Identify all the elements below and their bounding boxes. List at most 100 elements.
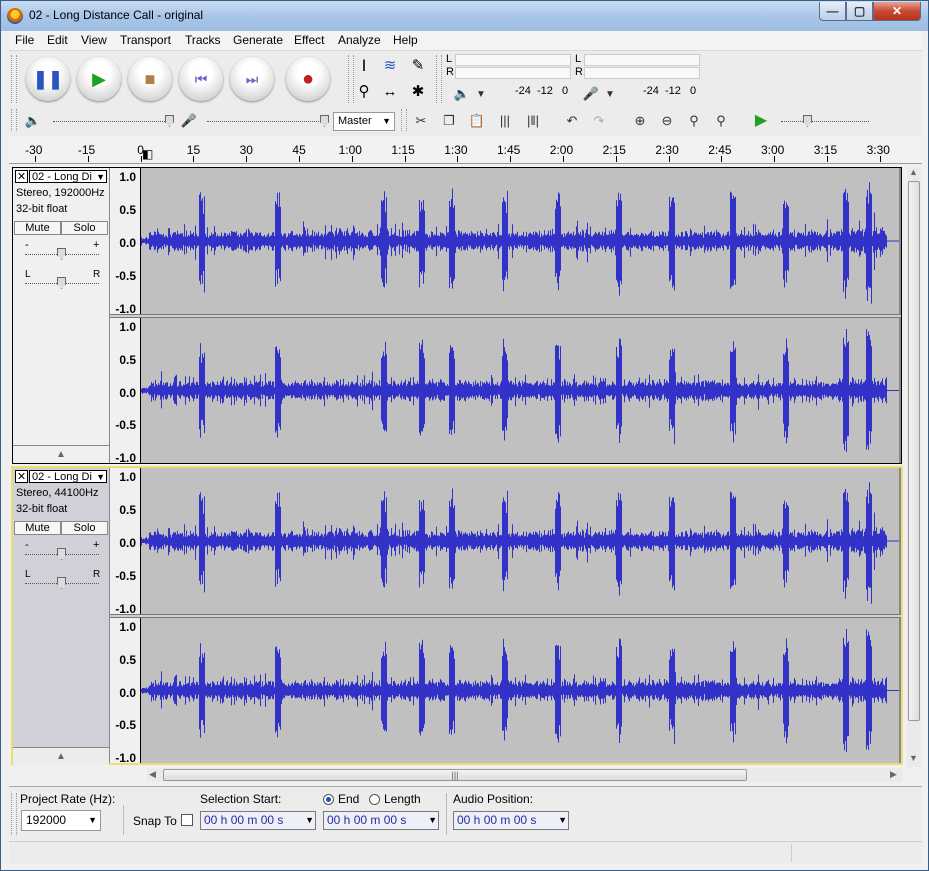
snap-to-checkbox[interactable] (181, 814, 193, 826)
audio-position-time[interactable]: 00 h 00 m 00 s ▼ (453, 811, 569, 830)
pan-thumb[interactable] (57, 277, 66, 289)
stop-button[interactable]: ■ (128, 57, 172, 101)
rec-meter-dropdown-icon[interactable]: ▼ (598, 84, 622, 106)
horizontal-scrollbar[interactable]: ◀ ||| ▶ (147, 768, 902, 782)
menu-analyze[interactable]: Analyze (338, 33, 381, 47)
track-close-icon[interactable]: ✕ (15, 170, 28, 183)
trim-icon[interactable]: ||| (493, 110, 517, 132)
output-volume-thumb[interactable] (165, 115, 174, 127)
project-rate-select[interactable]: 192000 ▼ (21, 810, 101, 831)
track-name-menu[interactable]: 02 - Long Di ▼ (29, 470, 107, 483)
play-button[interactable]: ▶ (77, 57, 121, 101)
input-source-select[interactable]: Master ▼ (333, 112, 395, 131)
selection-start-time[interactable]: 00 h 00 m 00 s ▼ (200, 811, 316, 830)
timeline-ruler[interactable]: ◧ -30 -15 0 15 30 45 1:00 1:15 1:30 1:45 2:00 2:15 2… (9, 137, 922, 164)
mute-button[interactable]: Mute (14, 521, 61, 535)
play-speed-thumb[interactable] (803, 115, 812, 127)
time-value: 00 h 00 m 00 s (327, 813, 407, 827)
input-volume-slider[interactable] (207, 121, 327, 123)
pause-button[interactable]: ❚❚ (26, 57, 70, 101)
horizontal-scroll-thumb[interactable]: ||| (163, 769, 747, 781)
amplitude-label: -0.5 (115, 569, 136, 583)
selection-end-time[interactable]: 00 h 00 m 00 s ▼ (323, 811, 439, 830)
menu-tracks[interactable]: Tracks (185, 33, 221, 47)
close-button[interactable]: ✕ (873, 2, 921, 21)
waveform-channel-left[interactable] (140, 468, 901, 614)
collapse-track-icon[interactable]: ▲ (13, 747, 109, 765)
amplitude-label: 0.5 (119, 503, 136, 517)
play-at-speed-icon[interactable]: ▶ (749, 110, 773, 132)
waveform-channel-left[interactable] (140, 168, 901, 314)
track-close-icon[interactable]: ✕ (15, 470, 28, 483)
play-meter-scale: -24 (515, 85, 531, 97)
fit-selection-icon[interactable]: ⚲ (682, 110, 706, 132)
menu-view[interactable]: View (81, 33, 107, 47)
silence-icon[interactable]: |‖| (521, 110, 545, 132)
play-meter-left (455, 54, 571, 66)
multi-tool-icon[interactable]: ✱ (406, 81, 430, 103)
menu-file[interactable]: File (15, 33, 34, 47)
audio-track[interactable]: ✕ 02 - Long Di ▼ Stereo, 192000Hz 32-bit … (12, 167, 902, 465)
envelope-tool-icon[interactable]: ≋ (378, 55, 402, 77)
waveform-channel-right[interactable] (140, 618, 901, 763)
cut-icon[interactable]: ✂ (409, 110, 433, 132)
toolbar-grip[interactable] (436, 55, 442, 103)
end-radio[interactable] (323, 794, 334, 805)
zoom-in-icon[interactable]: ⊕ (628, 110, 652, 132)
toolbar-grip[interactable] (401, 109, 407, 131)
menu-generate[interactable]: Generate (233, 33, 283, 47)
draw-tool-icon[interactable]: ✎ (406, 55, 430, 77)
skip-end-button[interactable]: ⏭ (230, 57, 274, 101)
menu-transport[interactable]: Transport (120, 33, 171, 47)
play-meter-dropdown-icon[interactable]: ▼ (469, 84, 493, 106)
fit-project-icon[interactable]: ⚲ (709, 110, 733, 132)
zoom-out-icon[interactable]: ⊖ (655, 110, 679, 132)
pan-thumb[interactable] (57, 577, 66, 589)
window-title: 02 - Long Distance Call - original (29, 8, 204, 22)
solo-button[interactable]: Solo (61, 221, 108, 235)
track-name-menu[interactable]: 02 - Long Di ▼ (29, 170, 107, 183)
separator (446, 793, 447, 835)
rec-meter-scale: 0 (690, 85, 697, 97)
undo-icon[interactable]: ↶ (560, 110, 584, 132)
maximize-button[interactable]: ▢ (846, 2, 873, 21)
amplitude-label: 0.5 (119, 203, 136, 217)
output-volume-slider[interactable] (53, 121, 173, 123)
solo-button[interactable]: Solo (61, 521, 108, 535)
waveform-path (141, 482, 887, 604)
mute-button[interactable]: Mute (14, 221, 61, 235)
play-speed-slider[interactable] (781, 121, 869, 123)
copy-icon[interactable]: ❐ (437, 110, 461, 132)
collapse-track-icon[interactable]: ▲ (13, 445, 109, 463)
skip-start-button[interactable]: ⏮ (179, 57, 223, 101)
paste-icon[interactable]: 📋 (465, 110, 489, 132)
audio-track-selected[interactable]: ✕ 02 - Long Di ▼ Stereo, 44100Hz 32-bit f… (11, 466, 903, 765)
redo-icon[interactable]: ↷ (587, 110, 611, 132)
waveform-channel-right[interactable] (140, 318, 901, 463)
audacity-logo-icon (7, 8, 23, 24)
length-radio[interactable] (369, 794, 380, 805)
input-source-value: Master (338, 115, 372, 127)
scroll-right-icon[interactable]: ▶ (890, 769, 897, 780)
scroll-down-icon[interactable]: ▼ (909, 753, 918, 763)
input-volume-thumb[interactable] (320, 115, 329, 127)
record-button[interactable]: ● (286, 57, 330, 101)
selection-tool-icon[interactable]: I (352, 55, 376, 77)
menu-effect[interactable]: Effect (294, 33, 324, 47)
vertical-scrollbar[interactable]: ▲ ▼ (907, 167, 921, 767)
menu-help[interactable]: Help (393, 33, 418, 47)
scroll-left-icon[interactable]: ◀ (149, 769, 156, 780)
scroll-up-icon[interactable]: ▲ (909, 167, 918, 177)
menu-edit[interactable]: Edit (47, 33, 68, 47)
toolbar-grip[interactable] (11, 55, 17, 103)
minimize-button[interactable]: — (819, 2, 846, 21)
timeshift-tool-icon[interactable]: ↔ (378, 81, 402, 103)
gain-thumb[interactable] (57, 248, 66, 260)
toolbar-grip[interactable] (11, 109, 17, 131)
zoom-tool-icon[interactable]: ⚲ (352, 81, 376, 103)
gain-thumb[interactable] (57, 548, 66, 560)
ruler-tick-label: 1:15 (391, 143, 415, 157)
toolbar-grip[interactable] (11, 793, 17, 835)
chevron-down-icon: ▼ (96, 172, 105, 182)
vertical-scroll-thumb[interactable] (908, 181, 920, 721)
